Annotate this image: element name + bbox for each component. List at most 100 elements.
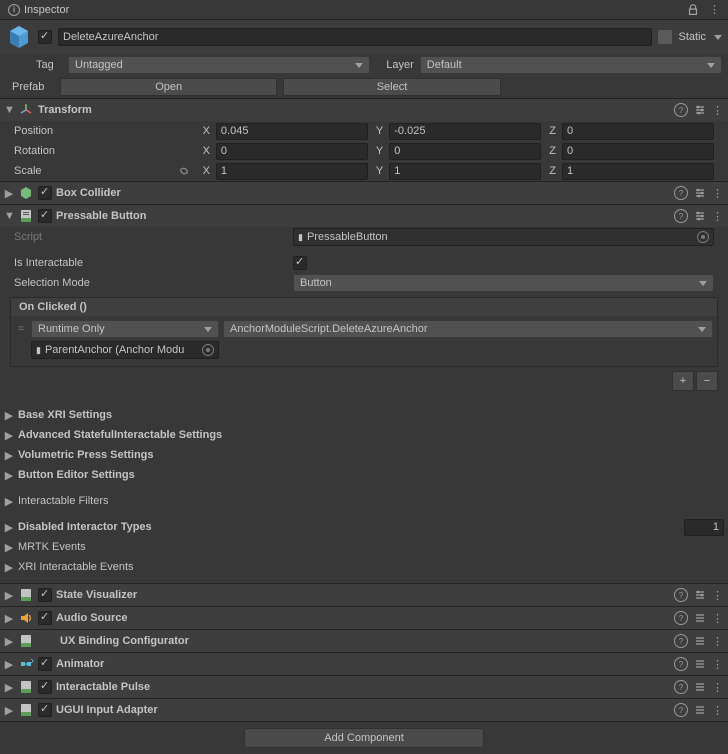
ugui-header[interactable]: ▶ UGUI Input Adapter ?⋮ (0, 699, 728, 721)
volumetric-press-row[interactable]: ▶Volumetric Press Settings (0, 445, 728, 465)
presets-icon[interactable] (694, 104, 706, 116)
box-collider-header[interactable]: ▶ Box Collider ? ⋮ (0, 182, 728, 204)
select-button[interactable]: Select (283, 78, 500, 96)
help-icon[interactable]: ? (674, 703, 688, 717)
foldout-icon[interactable]: ▶ (4, 658, 14, 671)
scale-z-input[interactable] (562, 163, 714, 180)
box-collider-enabled-checkbox[interactable] (38, 186, 52, 200)
presets-icon[interactable] (694, 635, 706, 647)
selection-mode-dropdown[interactable]: Button (293, 274, 714, 292)
rotation-x-input[interactable] (216, 143, 368, 160)
foldout-icon[interactable]: ▶ (4, 589, 14, 602)
x-label[interactable]: X (199, 165, 212, 177)
disabled-interactor-row[interactable]: ▶ Disabled Interactor Types (0, 517, 728, 537)
disabled-interactor-count[interactable] (684, 519, 724, 536)
z-label[interactable]: Z (545, 165, 558, 177)
runtime-mode-dropdown[interactable]: Runtime Only (31, 320, 219, 338)
help-icon[interactable]: ? (674, 103, 688, 117)
y-label[interactable]: Y (372, 145, 385, 157)
position-y-input[interactable] (389, 123, 541, 140)
link-scale-icon[interactable] (177, 164, 191, 178)
pulse-enabled-checkbox[interactable] (38, 680, 52, 694)
help-icon[interactable]: ? (674, 186, 688, 200)
foldout-icon[interactable]: ▶ (4, 541, 14, 554)
position-z-input[interactable] (562, 123, 714, 140)
scale-y-input[interactable] (389, 163, 541, 180)
foldout-icon[interactable]: ▶ (4, 495, 14, 508)
xri-events-row[interactable]: ▶XRI Interactable Events (0, 557, 728, 577)
drag-handle-icon[interactable]: = (15, 323, 27, 335)
help-icon[interactable]: ? (674, 209, 688, 223)
audio-source-header[interactable]: ▶ Audio Source ?⋮ (0, 607, 728, 629)
foldout-icon[interactable]: ▶ (4, 429, 14, 442)
gameobject-name-input[interactable] (58, 28, 652, 46)
y-label[interactable]: Y (372, 125, 385, 137)
foldout-icon[interactable]: ▶ (4, 521, 14, 534)
presets-icon[interactable] (694, 704, 706, 716)
audio-enabled-checkbox[interactable] (38, 611, 52, 625)
object-picker-icon[interactable] (697, 231, 709, 243)
z-label[interactable]: Z (545, 125, 558, 137)
position-x-input[interactable] (216, 123, 368, 140)
foldout-icon[interactable]: ▶ (4, 449, 14, 462)
event-target-field[interactable]: ▮ ParentAnchor (Anchor Modu (31, 341, 219, 359)
presets-icon[interactable] (694, 210, 706, 222)
pressable-enabled-checkbox[interactable] (38, 209, 52, 223)
y-label[interactable]: Y (372, 165, 385, 177)
static-checkbox[interactable] (658, 30, 672, 44)
state-visualizer-header[interactable]: ▶ State Visualizer ?⋮ (0, 584, 728, 606)
foldout-icon[interactable]: ▼ (4, 104, 14, 116)
object-picker-icon[interactable] (202, 344, 214, 356)
foldout-icon[interactable]: ▶ (4, 187, 14, 200)
pressable-button-header[interactable]: ▼ Pressable Button ? ⋮ (0, 205, 728, 227)
ux-binding-header[interactable]: ▶ UX Binding Configurator ?⋮ (0, 630, 728, 652)
foldout-icon[interactable]: ▶ (4, 704, 14, 717)
advanced-stateful-row[interactable]: ▶Advanced StatefulInteractable Settings (0, 425, 728, 445)
open-button[interactable]: Open (60, 78, 277, 96)
kebab-menu-icon[interactable]: ⋮ (712, 612, 724, 625)
kebab-menu-icon[interactable]: ⋮ (712, 704, 724, 717)
foldout-icon[interactable]: ▶ (4, 635, 14, 648)
inspector-tab[interactable]: i Inspector (0, 0, 77, 19)
kebab-menu-icon[interactable]: ⋮ (712, 635, 724, 648)
ugui-enabled-checkbox[interactable] (38, 703, 52, 717)
kebab-menu-icon[interactable]: ⋮ (712, 210, 724, 223)
mrtk-events-row[interactable]: ▶MRTK Events (0, 537, 728, 557)
event-method-dropdown[interactable]: AnchorModuleScript.DeleteAzureAnchor (223, 320, 713, 338)
base-xri-settings-row[interactable]: ▶Base XRI Settings (0, 405, 728, 425)
kebab-menu-icon[interactable]: ⋮ (708, 3, 722, 17)
interactable-filters-row[interactable]: ▶Interactable Filters (0, 491, 728, 511)
overrides-button[interactable] (507, 85, 722, 89)
foldout-icon[interactable]: ▶ (4, 409, 14, 422)
kebab-menu-icon[interactable]: ⋮ (712, 681, 724, 694)
presets-icon[interactable] (694, 612, 706, 624)
remove-event-button[interactable]: − (696, 371, 718, 391)
lock-icon[interactable] (686, 3, 700, 17)
presets-icon[interactable] (694, 658, 706, 670)
is-interactable-checkbox[interactable] (293, 256, 307, 270)
help-icon[interactable]: ? (674, 657, 688, 671)
kebab-menu-icon[interactable]: ⋮ (712, 589, 724, 602)
tag-dropdown[interactable]: Untagged (68, 56, 370, 74)
button-editor-row[interactable]: ▶Button Editor Settings (0, 465, 728, 485)
foldout-icon[interactable]: ▶ (4, 469, 14, 482)
x-label[interactable]: X (199, 145, 212, 157)
rotation-z-input[interactable] (562, 143, 714, 160)
rotation-y-input[interactable] (389, 143, 541, 160)
presets-icon[interactable] (694, 187, 706, 199)
scale-x-input[interactable] (216, 163, 368, 180)
help-icon[interactable]: ? (674, 634, 688, 648)
presets-icon[interactable] (694, 681, 706, 693)
static-dropdown-icon[interactable] (714, 35, 722, 40)
kebab-menu-icon[interactable]: ⋮ (712, 187, 724, 200)
transform-header[interactable]: ▼ Transform ? ⋮ (0, 99, 728, 121)
kebab-menu-icon[interactable]: ⋮ (712, 104, 724, 117)
layer-dropdown[interactable]: Default (420, 56, 722, 74)
foldout-icon[interactable]: ▶ (4, 561, 14, 574)
interactable-pulse-header[interactable]: ▶ Interactable Pulse ?⋮ (0, 676, 728, 698)
add-component-button[interactable]: Add Component (244, 728, 484, 748)
add-event-button[interactable]: + (672, 371, 694, 391)
x-label[interactable]: X (199, 125, 212, 137)
foldout-icon[interactable]: ▼ (4, 210, 14, 222)
help-icon[interactable]: ? (674, 611, 688, 625)
